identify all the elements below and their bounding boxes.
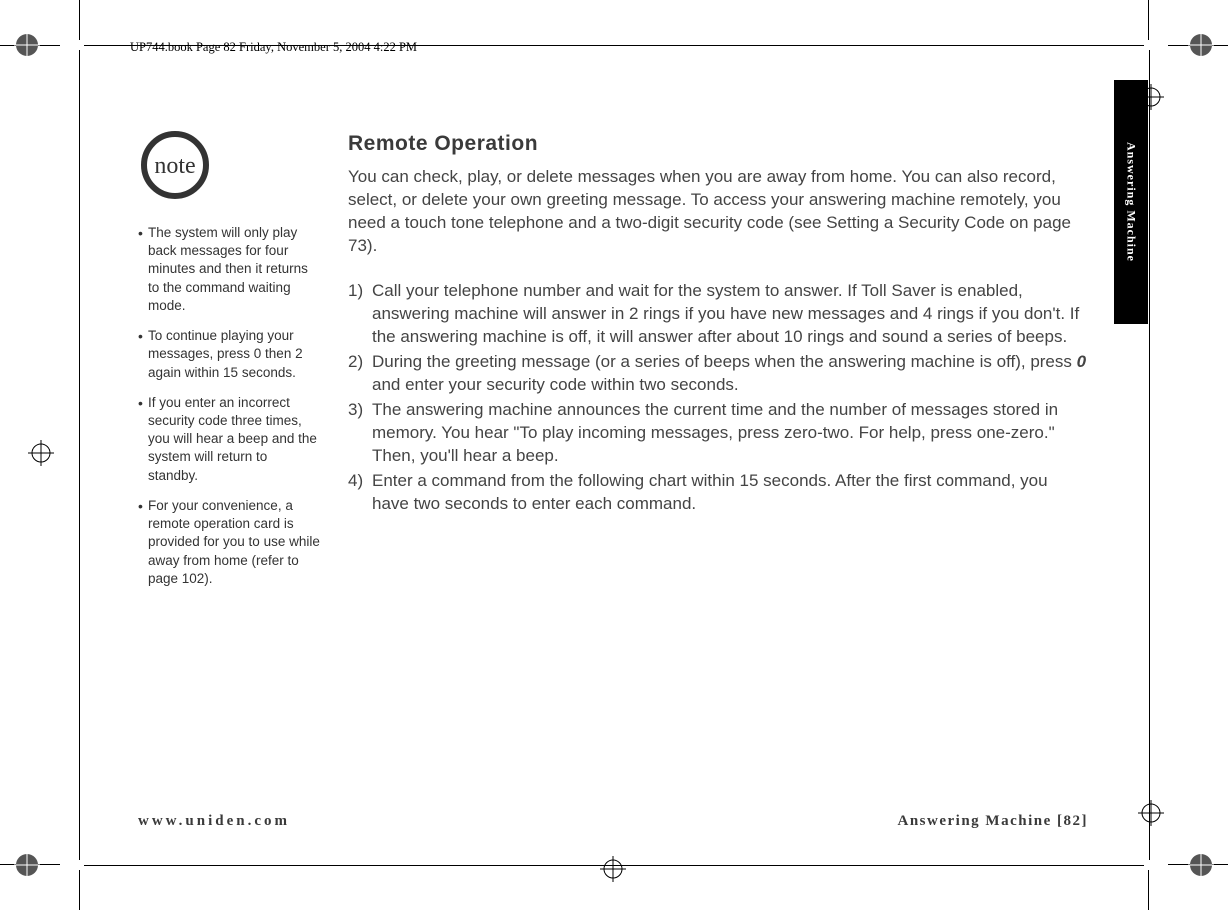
intro-paragraph: You can check, play, or delete messages … — [348, 166, 1088, 258]
page-area: Answering Machine note The system will o… — [80, 46, 1148, 864]
content-area: note The system will only play back mess… — [138, 130, 1088, 794]
registration-mark-icon — [14, 852, 40, 878]
crop-mark — [79, 870, 80, 910]
section-tab-label: Answering Machine — [1124, 142, 1139, 262]
crop-mark — [79, 0, 80, 40]
note-item: To continue playing your messages, press… — [138, 327, 320, 382]
note-item: The system will only play back messages … — [138, 224, 320, 315]
note-list: The system will only play back messages … — [138, 224, 320, 588]
crop-mark — [1148, 870, 1149, 910]
main-column: Remote Operation You can check, play, or… — [348, 130, 1088, 794]
page-footer: www.uniden.com Answering Machine [82] — [138, 813, 1088, 830]
footer-url: www.uniden.com — [138, 813, 290, 830]
key-label: 0 — [1077, 352, 1086, 371]
step-item: During the greeting message (or a series… — [348, 351, 1088, 397]
registration-mark-icon — [1188, 32, 1214, 58]
step-item: The answering machine announces the curr… — [348, 399, 1088, 468]
step-item: Call your telephone number and wait for … — [348, 280, 1088, 349]
note-column: note The system will only play back mess… — [138, 130, 320, 794]
step-text-b: and enter your security code within two … — [372, 375, 739, 394]
registration-mark-icon — [28, 440, 54, 466]
crop-line — [1149, 50, 1150, 860]
svg-text:note: note — [154, 153, 195, 179]
crop-mark — [1148, 0, 1149, 40]
note-item: For your convenience, a remote operation… — [138, 497, 320, 588]
registration-mark-icon — [1188, 852, 1214, 878]
section-heading: Remote Operation — [348, 130, 1088, 158]
step-text-a: During the greeting message (or a series… — [372, 352, 1077, 371]
step-item: Enter a command from the following chart… — [348, 470, 1088, 516]
section-tab: Answering Machine — [1114, 80, 1148, 324]
note-icon: note — [140, 130, 210, 200]
footer-page-label: Answering Machine [82] — [898, 813, 1089, 830]
steps-list: Call your telephone number and wait for … — [348, 280, 1088, 515]
registration-mark-icon — [14, 32, 40, 58]
note-item: If you enter an incorrect security code … — [138, 394, 320, 485]
